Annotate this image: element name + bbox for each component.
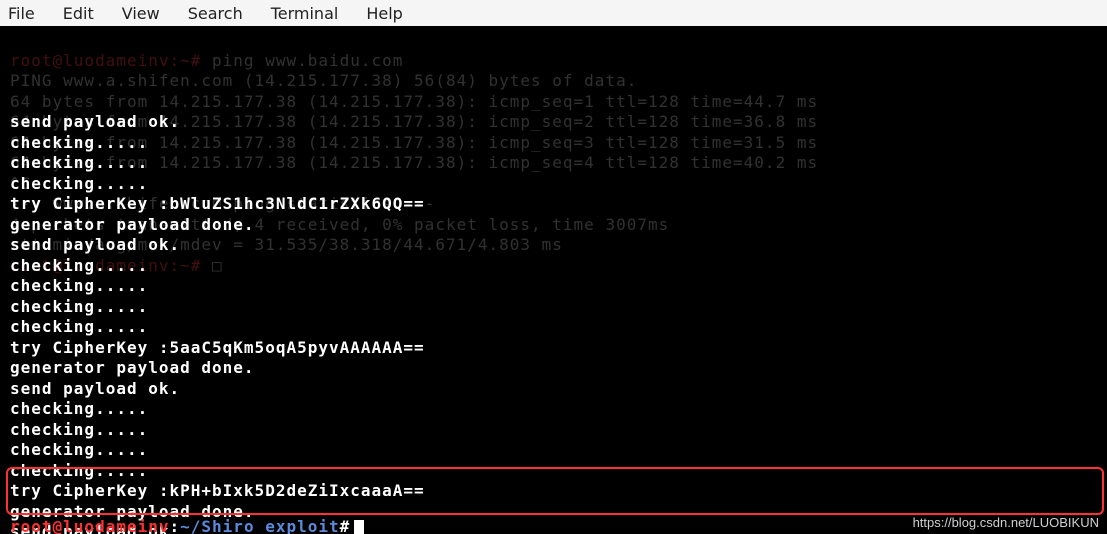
- menu-edit[interactable]: Edit: [63, 4, 94, 23]
- output-line: checking.....: [10, 297, 148, 316]
- prompt-separator: :: [170, 517, 181, 534]
- menu-search[interactable]: Search: [188, 4, 243, 23]
- output-line: send payload ok.: [10, 112, 180, 131]
- menubar: File Edit View Search Terminal Help: [0, 0, 1107, 26]
- cursor-icon: [354, 520, 364, 534]
- output-line: generator payload done.: [10, 358, 255, 377]
- output-line: checking.....: [10, 317, 148, 336]
- watermark: https://blog.csdn.net/LUOBIKUN: [913, 515, 1099, 530]
- prompt[interactable]: root@luodameinv:~/Shiro_exploit#: [10, 517, 364, 534]
- output-line: checking.....: [10, 256, 148, 275]
- output-line: checking.....: [10, 133, 148, 152]
- menu-terminal[interactable]: Terminal: [271, 4, 339, 23]
- output-line: checking.....: [10, 440, 148, 459]
- menu-help[interactable]: Help: [366, 4, 402, 23]
- output-line: try CipherKey :kPH+bIxk5D2deZiIxcaaaA==: [10, 481, 425, 500]
- output-line: send payload ok.: [10, 379, 180, 398]
- menu-view[interactable]: View: [122, 4, 160, 23]
- script-output: send payload ok. checking..... checking.…: [10, 92, 1107, 534]
- menu-file[interactable]: File: [8, 4, 35, 23]
- output-line: checking.....: [10, 399, 148, 418]
- output-line: checking.....: [10, 153, 148, 172]
- output-line: checking.....: [10, 420, 148, 439]
- terminal-output[interactable]: root@luodameinv:~# ping www.baidu.com PI…: [0, 26, 1107, 534]
- prompt-path: ~/Shiro_exploit: [180, 517, 340, 534]
- prompt-user: root@luodameinv: [10, 517, 170, 534]
- output-line: checking.....: [10, 461, 148, 480]
- prompt-hash: #: [340, 517, 351, 534]
- output-line: send payload ok.: [10, 235, 180, 254]
- output-line: checking.....: [10, 276, 148, 295]
- output-line: try CipherKey :5aaC5qKm5oqA5pyvAAAAAA==: [10, 338, 425, 357]
- output-line: try CipherKey :bWluZS1hc3NldC1rZXk6QQ==: [10, 194, 425, 213]
- output-line: generator payload done.: [10, 215, 255, 234]
- output-line: checking.....: [10, 174, 148, 193]
